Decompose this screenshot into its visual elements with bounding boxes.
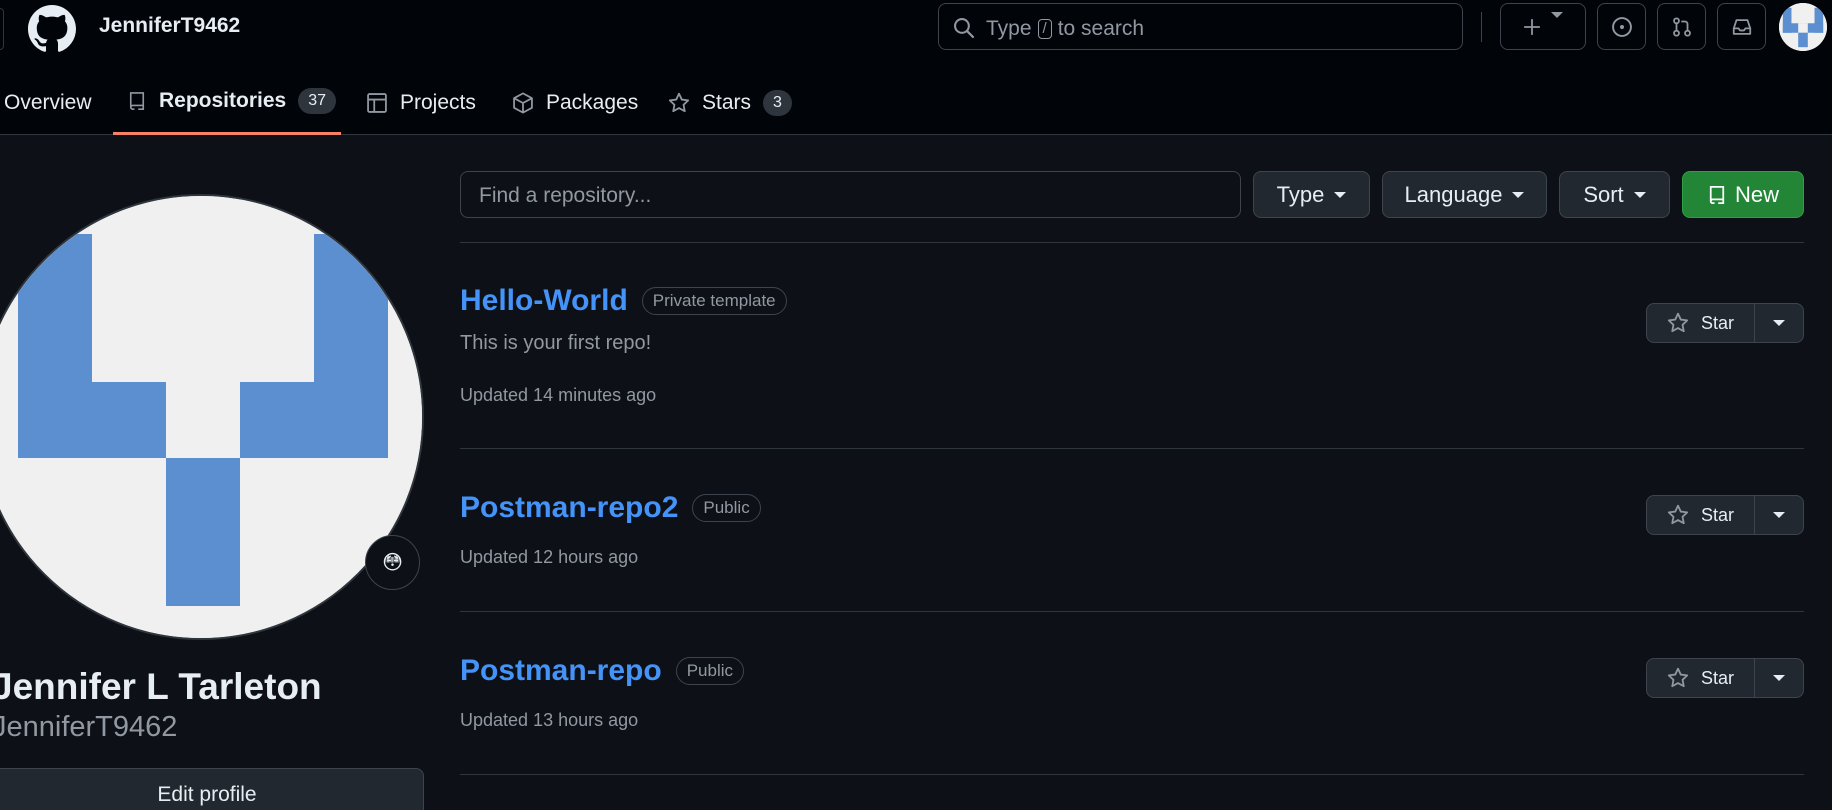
header-divider — [1481, 12, 1482, 42]
header-username[interactable]: JenniferT9462 — [99, 14, 240, 38]
chevron-down-icon — [1512, 191, 1525, 198]
tab-packages-label: Packages — [546, 90, 639, 114]
star-icon — [668, 92, 690, 114]
profile-full-name: Jennifer L Tarleton — [0, 666, 322, 707]
visibility-badge: Public — [675, 657, 745, 685]
star-button-group: Star — [1646, 495, 1804, 535]
star-label: Star — [1700, 504, 1734, 525]
create-new-button[interactable] — [1500, 3, 1586, 50]
tab-repositories-label: Repositories — [159, 89, 287, 112]
star-list-dropdown[interactable] — [1755, 496, 1803, 534]
star-icon — [1667, 667, 1689, 689]
chevron-down-icon — [1773, 320, 1785, 326]
new-repository-label: New — [1734, 181, 1779, 207]
search-placeholder-suffix: to search — [1057, 17, 1145, 40]
repo-list-item: Postman-repo Public Updated 13 hours ago… — [460, 654, 1804, 731]
stars-count-badge: 3 — [763, 89, 792, 116]
repo-list-item: Hello-World Private template This is you… — [460, 284, 1804, 406]
table-icon — [366, 92, 388, 114]
tab-projects-label: Projects — [400, 90, 476, 114]
divider — [460, 774, 1804, 775]
repo-name-link[interactable]: Hello-World — [460, 284, 628, 318]
sort-label: Sort — [1583, 181, 1624, 207]
type-filter-button[interactable]: Type — [1253, 171, 1370, 218]
user-avatar-menu[interactable] — [1779, 3, 1827, 51]
global-search-input[interactable]: Type / to search — [938, 3, 1463, 50]
star-label: Star — [1700, 667, 1734, 688]
repo-name-link[interactable]: Postman-repo2 — [460, 491, 678, 525]
star-button[interactable]: Star — [1647, 659, 1755, 697]
issues-icon — [1611, 16, 1633, 38]
pull-requests-icon — [1671, 16, 1693, 38]
chevron-down-icon — [1334, 191, 1347, 198]
star-icon — [1667, 312, 1689, 334]
language-filter-button[interactable]: Language — [1382, 171, 1547, 218]
star-button[interactable]: Star — [1647, 304, 1755, 342]
divider — [460, 242, 1804, 243]
visibility-badge: Public — [692, 494, 761, 522]
status-emoji-icon: 😳 — [382, 552, 403, 574]
repo-updated-time: Updated 13 hours ago — [460, 710, 639, 730]
repo-icon — [127, 90, 147, 112]
star-button-group: Star — [1646, 303, 1804, 343]
repo-icon — [1707, 184, 1727, 206]
star-button[interactable]: Star — [1647, 496, 1755, 534]
star-label: Star — [1700, 312, 1734, 333]
chevron-down-icon — [1773, 512, 1785, 518]
github-logo-icon[interactable] — [28, 5, 76, 53]
issues-button[interactable] — [1597, 3, 1646, 50]
search-icon — [953, 17, 975, 39]
sort-button[interactable]: Sort — [1559, 171, 1670, 218]
tab-repositories[interactable]: Repositories 37 — [113, 70, 341, 135]
top-header: JenniferT9462 Type / to search Overview … — [0, 0, 1832, 135]
star-button-group: Star — [1646, 658, 1804, 698]
package-icon — [512, 91, 534, 114]
repo-updated-time: Updated 14 minutes ago — [460, 385, 657, 405]
pull-requests-button[interactable] — [1657, 3, 1706, 50]
chevron-down-icon — [1633, 191, 1646, 198]
visibility-badge: Private template — [641, 287, 787, 315]
status-emoji-button[interactable]: 😳 — [365, 535, 420, 590]
plus-icon — [1523, 18, 1541, 36]
sidebar-toggle-button[interactable] — [0, 8, 4, 50]
tab-projects[interactable]: Projects — [366, 70, 476, 135]
divider — [460, 448, 1804, 449]
repo-description: This is your first repo! — [460, 332, 652, 354]
chevron-down-icon — [1773, 675, 1785, 681]
type-filter-label: Type — [1276, 181, 1325, 207]
tab-stars[interactable]: Stars 3 — [668, 70, 792, 135]
search-placeholder: Type / to search — [986, 17, 1144, 41]
profile-avatar[interactable] — [0, 194, 424, 640]
edit-profile-button[interactable]: Edit profile — [0, 768, 424, 810]
tab-packages[interactable]: Packages — [512, 70, 638, 135]
profile-login: JenniferT9462 — [0, 711, 178, 743]
tab-stars-label: Stars — [702, 90, 752, 114]
inbox-button[interactable] — [1717, 3, 1766, 50]
repositories-count-badge: 37 — [298, 88, 336, 114]
star-list-dropdown[interactable] — [1755, 304, 1803, 342]
search-placeholder-prefix: Type — [986, 17, 1032, 40]
tab-overview[interactable]: Overview — [4, 70, 92, 135]
chevron-down-icon — [1551, 11, 1563, 36]
star-icon — [1667, 504, 1689, 526]
repo-list-item: Postman-repo2 Public Updated 12 hours ag… — [460, 491, 1804, 568]
new-repository-button[interactable]: New — [1682, 171, 1804, 218]
find-repository-input[interactable]: Find a repository... — [460, 171, 1241, 218]
repo-name-link[interactable]: Postman-repo — [460, 654, 662, 688]
inbox-icon — [1731, 16, 1753, 38]
language-filter-label: Language — [1404, 181, 1503, 207]
star-list-dropdown[interactable] — [1755, 659, 1803, 697]
divider — [460, 611, 1804, 612]
repo-updated-time: Updated 12 hours ago — [460, 547, 639, 567]
tab-overview-label: Overview — [4, 90, 92, 114]
search-shortcut-key: / — [1037, 19, 1052, 39]
